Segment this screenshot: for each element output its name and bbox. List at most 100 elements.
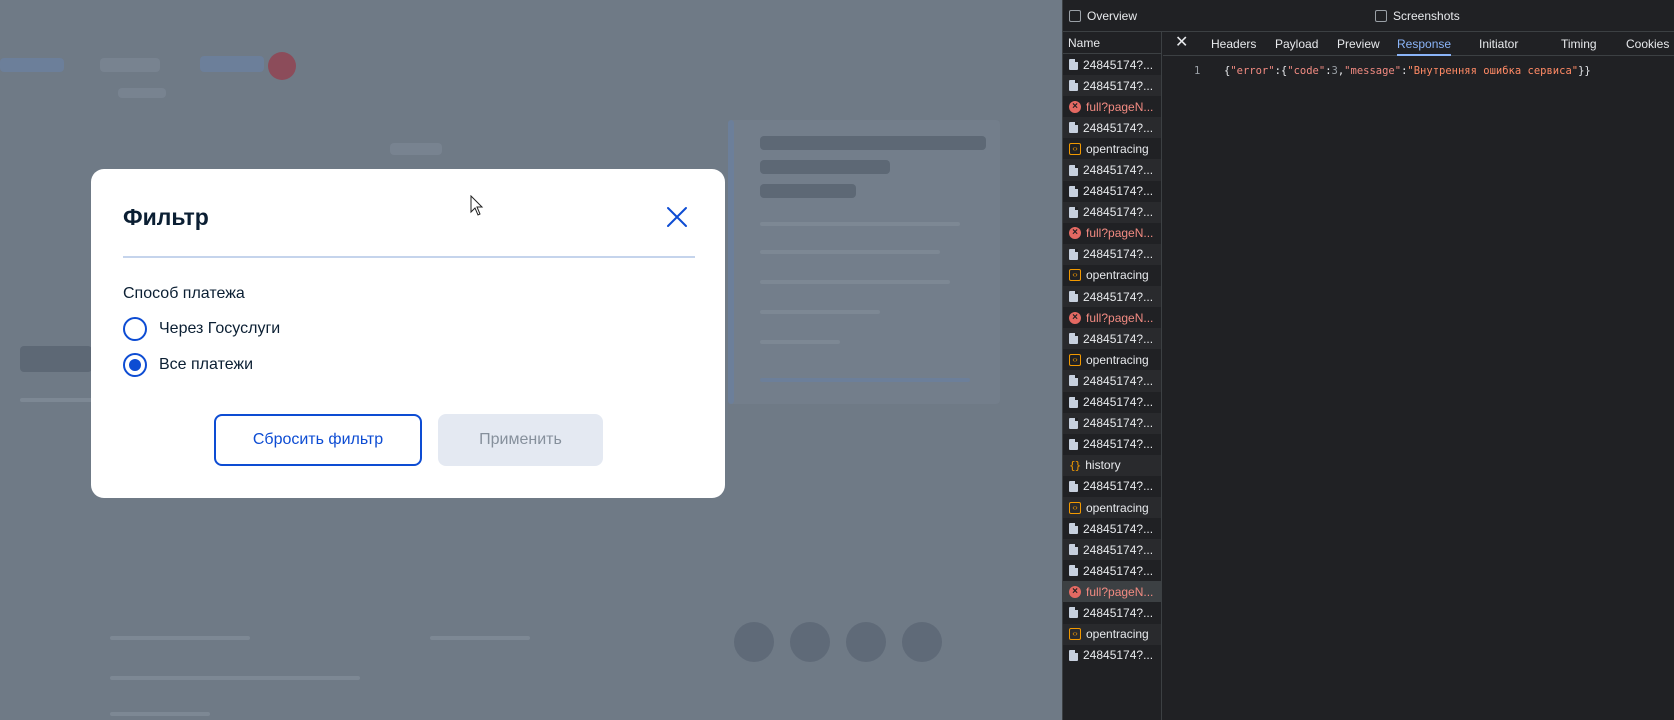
request-row[interactable]: 24845174?... [1063,286,1161,308]
blurred-text [20,398,98,402]
request-name: full?pageN... [1086,226,1154,241]
request-row[interactable]: × full?pageN... [1063,307,1161,328]
request-row[interactable]: 24845174?... [1063,328,1161,350]
request-row[interactable]: 24845174?... [1063,243,1161,265]
document-icon [1069,206,1078,218]
request-row[interactable]: 24845174?... [1063,201,1161,223]
request-row[interactable]: 24845174?... [1063,75,1161,97]
request-row[interactable]: 24845174?... [1063,539,1161,561]
blurred-heading [20,346,92,372]
apply-button[interactable]: Применить [438,414,603,466]
request-row[interactable]: 24845174?... [1063,159,1161,181]
request-row[interactable]: 24845174?... [1063,412,1161,434]
tab-timing[interactable]: Timing [1561,32,1597,56]
radio-button[interactable] [123,317,147,341]
request-row[interactable]: ‹› opentracing [1063,138,1161,159]
blurred-text [760,136,986,150]
document-icon [1069,291,1078,303]
request-row[interactable]: × full?pageN... [1063,96,1161,117]
document-icon [1069,544,1078,556]
radio-option-all-payments[interactable]: Все платежи [123,352,253,378]
name-column-header[interactable]: Name [1063,32,1161,54]
radio-label: Через Госуслуги [159,320,281,337]
request-row[interactable]: ‹› opentracing [1063,496,1161,519]
request-row[interactable]: 24845174?... [1063,518,1161,539]
tab-payload[interactable]: Payload [1275,32,1318,56]
document-icon [1069,649,1078,661]
request-name: 24845174?... [1083,563,1154,578]
document-icon [1069,80,1078,92]
tab-preview[interactable]: Preview [1337,32,1380,56]
request-name: opentracing [1086,352,1149,367]
document-icon [1069,565,1078,577]
json-token: "message" [1344,65,1402,77]
script-icon: ‹› [1069,501,1081,514]
radio-button-checked[interactable] [123,353,147,377]
request-name: opentracing [1086,141,1149,156]
request-row[interactable]: 24845174?... [1063,370,1161,392]
request-row[interactable]: {} history [1063,454,1161,476]
request-name: history [1085,458,1121,473]
request-row[interactable]: × full?pageN... [1063,581,1161,603]
request-list: 24845174?... 24845174?... × full?pageN... 24… [1063,54,1161,666]
request-row[interactable]: 24845174?... [1063,560,1161,581]
request-row[interactable]: 24845174?... [1063,392,1161,413]
document-icon [1069,438,1078,450]
fetch-icon: {} [1069,458,1081,472]
tab-initiator[interactable]: Initiator [1479,32,1518,56]
blurred-text [110,636,250,640]
document-icon [1069,333,1078,345]
request-name: 24845174?... [1083,78,1154,93]
checkbox-label: Screenshots [1393,9,1460,23]
request-row[interactable]: × full?pageN... [1063,223,1161,244]
radio-option-gosuslugi[interactable]: Через Госуслуги [123,316,280,342]
request-name: opentracing [1086,627,1149,642]
request-row[interactable]: 24845174?... [1063,54,1161,75]
overview-checkbox[interactable]: Overview [1069,9,1137,23]
document-icon [1069,248,1078,260]
request-row[interactable]: 24845174?... [1063,181,1161,202]
blurred-text [760,222,960,226]
request-name: 24845174?... [1083,184,1154,199]
request-name: 24845174?... [1083,373,1154,388]
request-row[interactable]: 24845174?... [1063,476,1161,497]
document-icon [1069,185,1078,197]
request-row[interactable]: 24845174?... [1063,117,1161,139]
blurred-text [110,676,360,680]
request-name: 24845174?... [1083,479,1154,494]
close-button[interactable] [663,203,691,231]
request-detail-panel: ✕ Headers Payload Preview Response Initiator… [1163,32,1674,720]
request-row[interactable]: ‹› opentracing [1063,349,1161,370]
request-row[interactable]: 24845174?... [1063,602,1161,623]
reset-filter-button[interactable]: Сбросить фильтр [214,414,422,466]
error-icon: × [1069,227,1081,240]
blurred-link [760,378,970,382]
response-json-line: {"error":{"code":3,"message":"Внутренняя… [1224,65,1591,77]
request-row[interactable]: ‹› opentracing [1063,623,1161,645]
document-icon [1069,417,1078,429]
json-token: "Внутренняя ошибка сервиса" [1407,65,1579,77]
response-body: 1 {"error":{"code":3,"message":"Внутренн… [1163,58,1674,98]
tab-response[interactable]: Response [1397,32,1452,56]
request-name: 24845174?... [1083,542,1154,557]
tab-cookies[interactable]: Cookies [1626,32,1669,56]
request-row[interactable]: 24845174?... [1063,645,1161,666]
close-detail-icon[interactable]: ✕ [1175,34,1191,52]
json-token: "code" [1287,65,1326,77]
blurred-nav-item [0,58,64,72]
screenshots-checkbox[interactable]: Screenshots [1375,9,1460,23]
modal-title: Фильтр [123,204,209,230]
document-icon [1069,375,1078,387]
blurred-text [390,143,442,155]
checkbox-box[interactable] [1069,10,1081,22]
blurred-social-icon [902,622,942,662]
request-name: opentracing [1086,268,1149,283]
error-icon: × [1069,311,1081,324]
checkbox-box[interactable] [1375,10,1387,22]
devtools-panel: Overview Screenshots Name 24845174?... 24… [1062,0,1674,720]
request-row[interactable]: 24845174?... [1063,434,1161,455]
request-row[interactable]: ‹› opentracing [1063,265,1161,286]
tab-headers[interactable]: Headers [1211,32,1256,56]
error-icon: × [1069,585,1081,598]
json-token: :{ [1274,65,1288,77]
